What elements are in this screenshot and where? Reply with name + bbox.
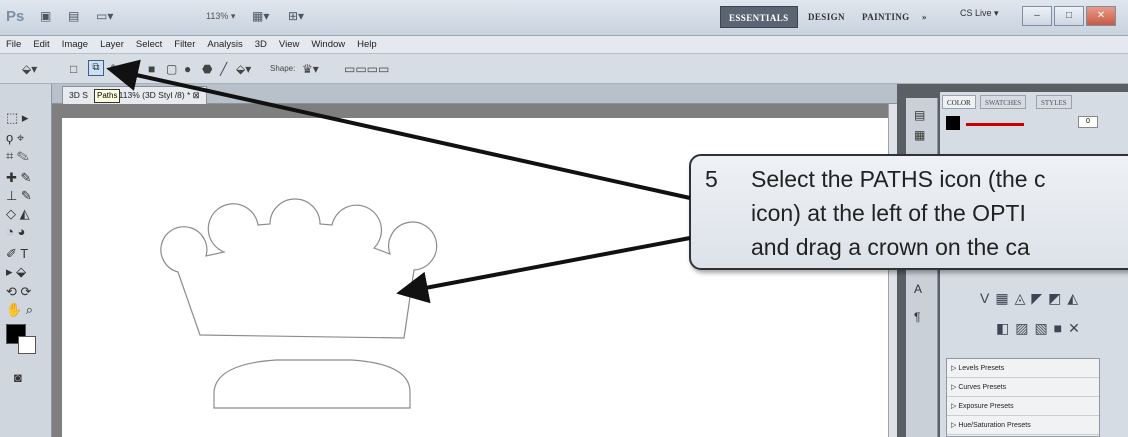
arrow-to-crown (396, 236, 691, 304)
annotation-arrows (106, 59, 691, 304)
arrow-to-paths-icon (106, 59, 691, 200)
